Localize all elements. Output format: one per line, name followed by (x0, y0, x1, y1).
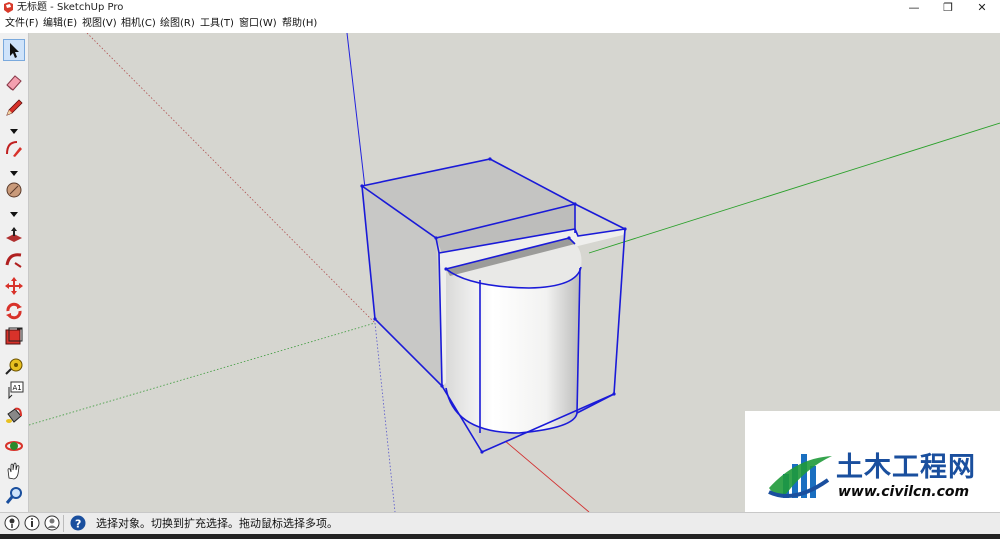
svg-text:?: ? (75, 518, 81, 531)
text-label-icon: A1 (8, 381, 24, 400)
arc-tool-button[interactable] (3, 138, 25, 160)
scale-tool-button[interactable] (3, 325, 25, 347)
push-pull-tool-button[interactable] (3, 225, 25, 247)
status-divider (63, 515, 64, 532)
status-bar: ? 选择对象。切换到扩充选择。拖动鼠标选择多项。 (0, 512, 1000, 535)
help-question-icon[interactable]: ? (70, 515, 86, 531)
menu-edit[interactable]: 编辑(E) (43, 16, 77, 32)
cylinder-body[interactable] (446, 268, 580, 433)
blue-axis-dotted (374, 322, 396, 512)
hand-pan-icon (7, 462, 20, 480)
menu-window[interactable]: 窗口(W) (239, 16, 277, 32)
zoom-tool-button[interactable] (3, 485, 25, 507)
civilcn-logo-icon (768, 454, 832, 498)
push-pull-icon (6, 227, 22, 242)
green-axis-dotted (29, 322, 376, 426)
caret-down-icon (10, 212, 18, 217)
credits-info-icon[interactable] (24, 515, 40, 531)
follow-me-icon (5, 253, 22, 268)
eraser-icon (6, 75, 22, 91)
move-icon (5, 277, 23, 295)
geo-location-icon[interactable] (4, 515, 20, 531)
caret-down-icon (10, 171, 18, 176)
arc-flyout-arrow[interactable] (3, 163, 25, 176)
menu-view[interactable]: 视图(V) (82, 16, 117, 32)
follow-me-tool-button[interactable] (3, 249, 25, 271)
left-toolbar: A1 (0, 33, 29, 512)
orbit-icon (5, 441, 23, 451)
move-tool-button[interactable] (3, 275, 25, 297)
green-axis (588, 122, 1000, 254)
red-axis-dotted (86, 33, 376, 324)
rotate-icon (6, 302, 22, 320)
sketchup-app-icon (4, 2, 13, 13)
magnifier-icon (5, 487, 22, 504)
menu-camera[interactable]: 相机(C) (121, 16, 156, 32)
svg-text:A1: A1 (13, 384, 22, 392)
watermark-url: www.civilcn.com (838, 484, 970, 500)
menu-file[interactable]: 文件(F) (5, 16, 39, 32)
paint-bucket-tool-button[interactable] (3, 405, 25, 427)
menu-tools[interactable]: 工具(T) (200, 16, 234, 32)
circle-flyout-arrow[interactable] (3, 204, 25, 217)
scale-icon (5, 327, 23, 345)
tape-measure-tool-button[interactable] (3, 355, 25, 377)
eraser-tool-button[interactable] (3, 71, 25, 93)
arc-icon (6, 141, 22, 157)
minimize-button[interactable]: — (897, 0, 931, 16)
caret-down-icon (10, 129, 18, 134)
arrow-cursor-icon (10, 43, 19, 58)
text-tool-button[interactable]: A1 (3, 379, 25, 401)
pencil-tool-button[interactable] (3, 97, 25, 119)
rotate-tool-button[interactable] (3, 300, 25, 322)
menu-bar: 文件(F) 编辑(E) 视图(V) 相机(C) 绘图(R) 工具(T) 窗口(W… (0, 16, 1000, 32)
blue-axis (346, 33, 366, 189)
pencil-icon (6, 99, 23, 116)
select-tool-button[interactable] (3, 39, 25, 61)
pan-tool-button[interactable] (3, 460, 25, 482)
watermark-title: 土木工程网 (836, 452, 976, 483)
title-bar: 无标题 - SketchUp Pro — ❐ ✕ (0, 0, 1000, 16)
bottom-edge-strip (0, 534, 1000, 539)
menu-help[interactable]: 帮助(H) (282, 16, 317, 32)
user-account-icon[interactable] (44, 515, 60, 531)
orbit-tool-button[interactable] (3, 435, 25, 457)
circle-icon (6, 182, 22, 198)
status-message: 选择对象。切换到扩充选择。拖动鼠标选择多项。 (96, 517, 338, 530)
window-title: 无标题 - SketchUp Pro (17, 2, 124, 13)
tape-measure-icon (5, 358, 23, 375)
restore-button[interactable]: ❐ (931, 0, 965, 16)
close-button[interactable]: ✕ (965, 0, 999, 16)
paint-bucket-icon (6, 407, 22, 423)
circle-tool-button[interactable] (3, 179, 25, 201)
menu-draw[interactable]: 绘图(R) (160, 16, 195, 32)
pencil-flyout-arrow[interactable] (3, 121, 25, 134)
